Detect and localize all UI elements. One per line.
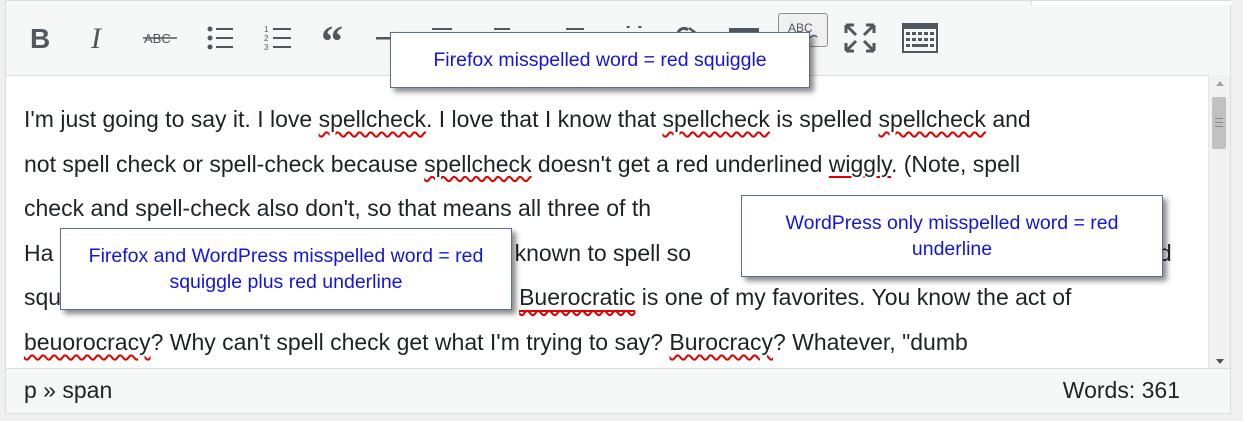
text-run: squ <box>24 284 62 311</box>
numbered-list-icon: 123 <box>264 25 291 52</box>
text-run: ? Whatever, "dumb <box>772 328 968 355</box>
scroll-down-icon[interactable] <box>1216 359 1224 364</box>
text-line: not spell check or spell-check because s… <box>24 142 1204 187</box>
text-run: n known to spell so <box>495 239 692 266</box>
strikethrough-icon: ABC <box>143 31 177 46</box>
editor-statusbar: p » span Words: 361 <box>6 368 1230 413</box>
callout-firefox: Firefox misspelled word = red squiggle <box>390 32 810 88</box>
text-run: . (Note, spell <box>890 150 1021 177</box>
misspelled-word[interactable]: spellcheck <box>879 106 986 132</box>
text-run: check and spell-check also don't, so tha… <box>24 195 652 222</box>
blockquote-icon: “ <box>321 26 343 50</box>
svg-text:2: 2 <box>264 34 269 43</box>
strikethrough-button[interactable]: ABC <box>142 15 178 61</box>
text-run: and <box>985 106 1031 132</box>
editor-scrollbar[interactable] <box>1208 75 1230 370</box>
numbered-list-button[interactable]: 123 <box>260 15 296 61</box>
svg-text:1: 1 <box>264 25 269 34</box>
bulleted-list-button[interactable] <box>202 15 238 61</box>
text-run: not spell check or spell-check because <box>24 150 425 177</box>
text-line: beuorocracy? Why can't spell check get w… <box>24 320 1204 365</box>
word-count: Words: 361 <box>1062 377 1180 403</box>
italic-icon: I <box>90 24 103 52</box>
scrollbar-thumb[interactable] <box>1212 97 1226 149</box>
grip-line <box>1215 126 1223 127</box>
misspelled-word[interactable]: spellcheck <box>319 106 426 132</box>
tab-edge <box>1031 1 1232 5</box>
wordpress-misspelled-word[interactable]: wiggly <box>829 151 891 177</box>
grip-line <box>1215 118 1223 119</box>
grip-line <box>1215 122 1223 123</box>
text-run: is one of my favorites. You know the act… <box>635 284 1072 311</box>
bulleted-list-icon <box>207 26 233 50</box>
text-run: ? Why can't spell check get what I'm try… <box>150 328 670 355</box>
text-run: Ha <box>24 239 54 266</box>
element-path[interactable]: p » span <box>24 377 112 404</box>
scroll-up-icon[interactable] <box>1216 81 1224 86</box>
blockquote-button[interactable]: “ <box>318 15 354 61</box>
svg-text:“: “ <box>321 26 343 50</box>
callout-wordpress: WordPress only misspelled word = red und… <box>741 195 1163 277</box>
text-run: is spelled <box>769 106 879 132</box>
bold-button[interactable]: B <box>22 15 58 61</box>
misspelled-word[interactable]: beuorocracy <box>24 329 151 355</box>
misspelled-word[interactable]: spellcheck <box>662 106 769 132</box>
bold-icon: B <box>30 24 50 52</box>
text-run: . I love that I know that <box>425 106 663 132</box>
text-line: I'm just going to say it. I love spellch… <box>24 97 1204 142</box>
keyboard-icon <box>902 23 938 53</box>
italic-button[interactable]: I <box>82 15 118 61</box>
misspelled-word[interactable]: spellcheck <box>424 151 531 177</box>
svg-text:B: B <box>30 24 50 52</box>
fullscreen-button[interactable] <box>842 15 878 61</box>
text-run: doesn't get a red underlined <box>531 150 829 177</box>
text-run: I'm just going to say it. I love <box>24 106 319 132</box>
callout-both: Firefox and WordPress misspelled word = … <box>60 228 512 310</box>
firefox-wordpress-misspelled-word[interactable]: Buerocratic <box>519 284 636 313</box>
fullscreen-icon <box>844 23 876 53</box>
svg-text:I: I <box>90 24 103 52</box>
misspelled-word[interactable]: Burocracy <box>669 329 773 355</box>
toolbar-toggle-button[interactable] <box>898 15 942 61</box>
svg-text:3: 3 <box>264 43 269 52</box>
